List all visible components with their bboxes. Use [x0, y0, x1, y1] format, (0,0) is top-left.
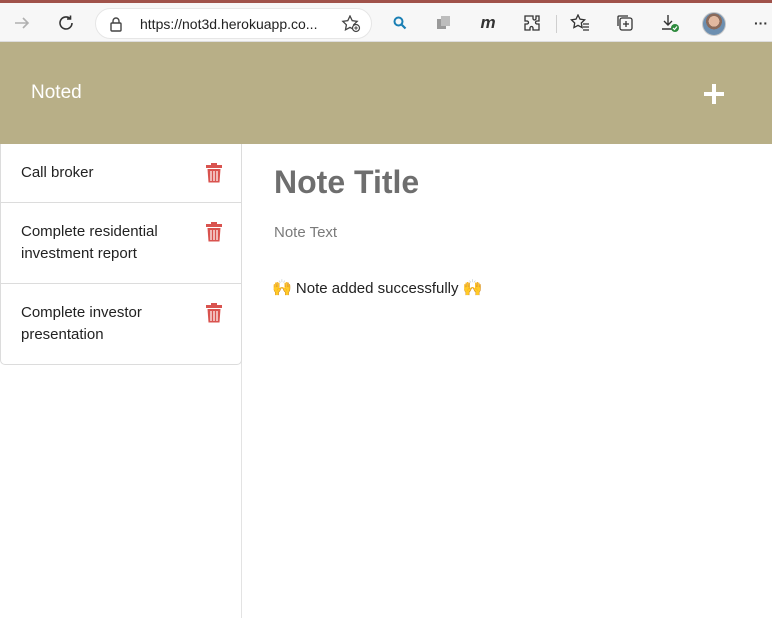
raised-hands-icon: 🙌 — [462, 280, 483, 297]
note-text-input[interactable]: Note Text — [274, 224, 337, 241]
toolbar-separator — [556, 15, 557, 33]
note-editor: Note Title Note Text 🙌 Note added succes… — [242, 144, 772, 618]
forward-icon[interactable] — [8, 9, 36, 37]
raised-hands-icon: 🙌 — [272, 280, 292, 297]
downloads-icon[interactable] — [657, 10, 683, 36]
note-item-title: Complete investor presentation — [21, 304, 142, 343]
plus-icon[interactable] — [700, 80, 728, 108]
search-extension-icon[interactable] — [387, 10, 413, 36]
url-text: https://not3d.herokuapp.co... — [140, 16, 318, 32]
note-title-input[interactable]: Note Title — [274, 164, 744, 201]
lock-icon[interactable] — [109, 16, 123, 37]
trash-icon[interactable] — [205, 222, 223, 242]
trash-icon[interactable] — [205, 303, 223, 323]
brand-title[interactable]: Noted — [31, 82, 82, 104]
browser-toolbar: https://not3d.herokuapp.co... m ··· — [0, 0, 772, 42]
list-item[interactable]: Call broker — [1, 144, 241, 203]
list-item[interactable]: Complete investor presentation — [1, 284, 241, 364]
extensions-icon[interactable] — [519, 10, 545, 36]
collections-icon[interactable] — [612, 10, 638, 36]
profile-avatar[interactable] — [702, 12, 726, 36]
note-item-title: Complete residential investment report — [21, 223, 158, 262]
add-favorite-icon[interactable] — [341, 14, 361, 38]
refresh-icon[interactable] — [52, 9, 80, 37]
trash-icon[interactable] — [205, 163, 223, 183]
favorites-icon[interactable] — [567, 10, 593, 36]
sidebar: Call broker Complete residential investm… — [0, 144, 242, 618]
success-alert: 🙌 Note added successfully 🙌 — [272, 278, 482, 298]
note-list: Call broker Complete residential investm… — [0, 144, 242, 365]
list-item[interactable]: Complete residential investment report — [1, 203, 241, 284]
address-bar[interactable]: https://not3d.herokuapp.co... — [95, 8, 372, 39]
alert-message: Note added successfully — [295, 279, 459, 297]
app-header: Noted — [0, 42, 772, 144]
more-icon[interactable]: ··· — [748, 10, 772, 36]
collections-extension-icon[interactable] — [431, 10, 457, 36]
note-item-title: Call broker — [21, 164, 94, 181]
m-extension-icon[interactable]: m — [475, 10, 501, 36]
